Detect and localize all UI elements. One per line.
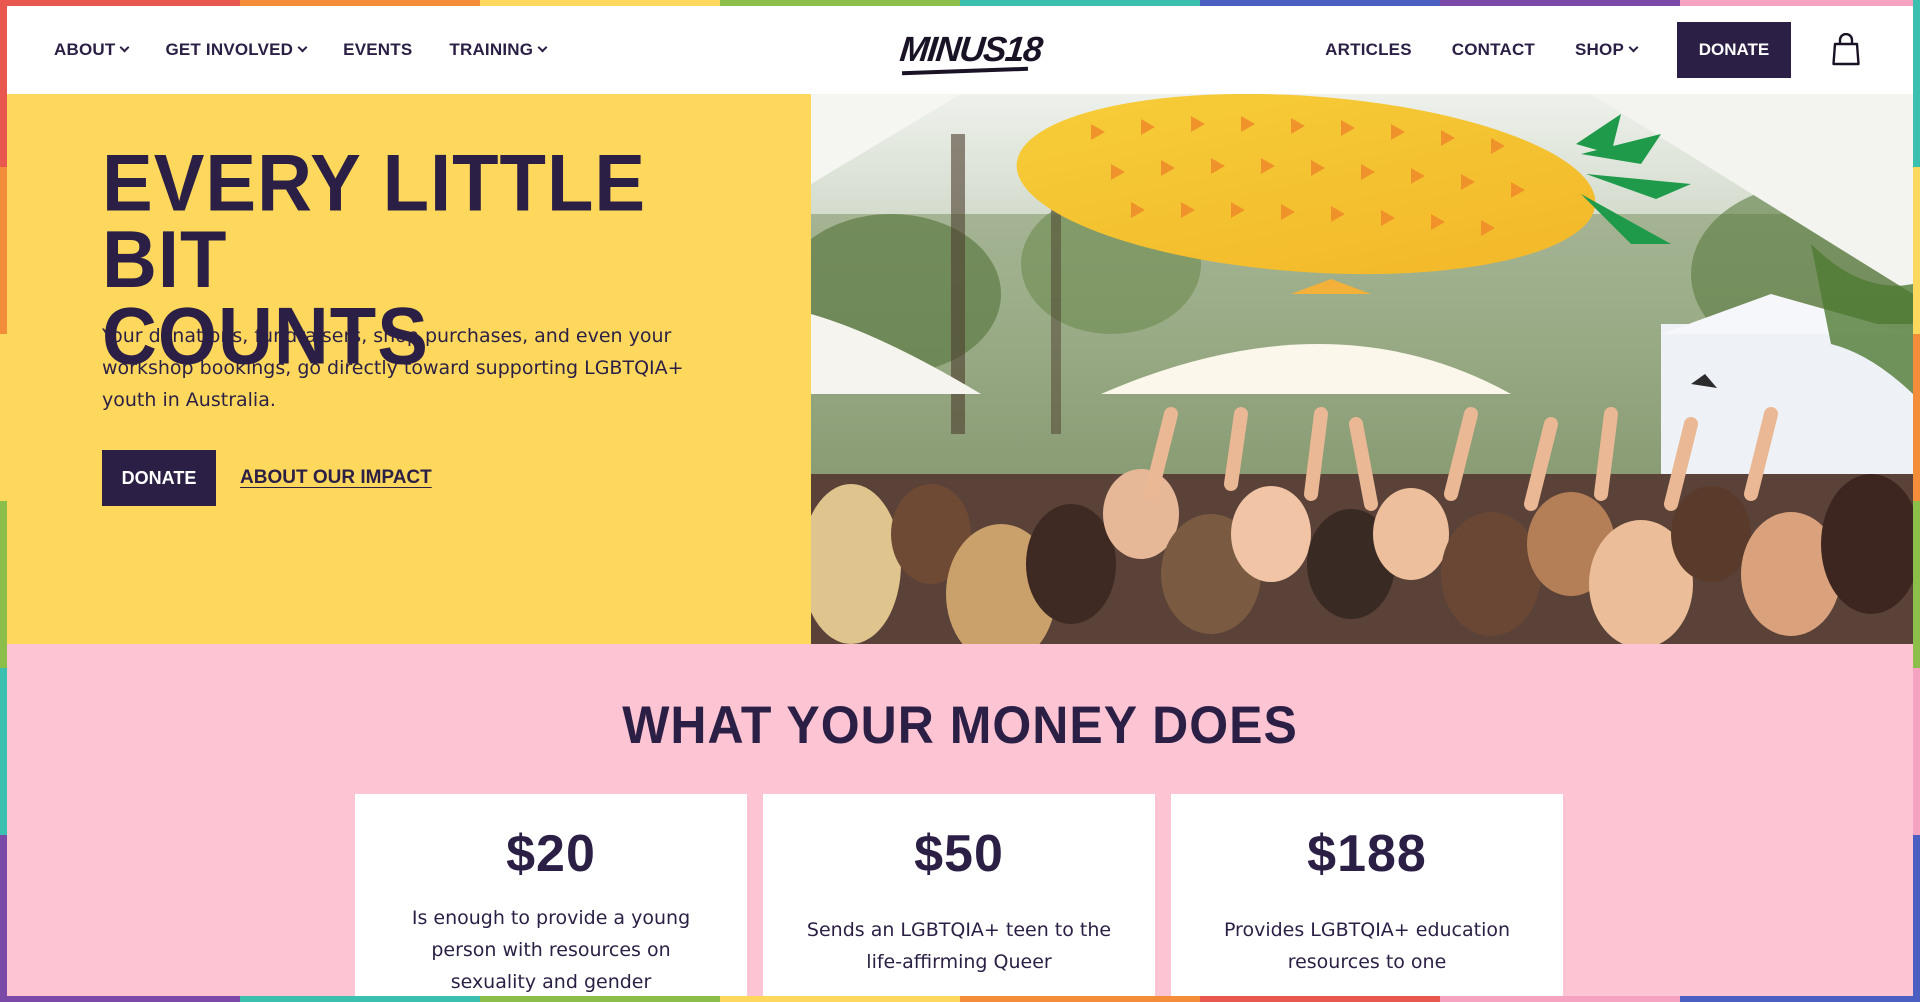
chevron-down-icon xyxy=(297,42,308,53)
nav-item-events[interactable]: EVENTS xyxy=(343,40,412,60)
nav-item-label: ABOUT xyxy=(54,40,116,59)
nav-item-label: CONTACT xyxy=(1451,40,1536,59)
about-our-impact-link[interactable]: ABOUT OUR IMPACT xyxy=(240,467,432,489)
chevron-down-icon xyxy=(537,42,548,53)
rainbow-border-right xyxy=(1913,0,1920,1002)
header-donate-button[interactable]: DONATE xyxy=(1677,22,1791,78)
nav-item-label: GET INVOLVED xyxy=(165,40,294,59)
impact-card: $50 Sends an LGBTQIA+ teen to the life-a… xyxy=(763,794,1155,1002)
impact-card: $20 Is enough to provide a young person … xyxy=(355,794,747,1002)
primary-nav: ABOUT GET INVOLVED EVENTS TRAINING xyxy=(54,6,583,94)
card-description: Sends an LGBTQIA+ teen to the life-affir… xyxy=(806,919,1112,973)
nav-item-label: SHOP xyxy=(1575,40,1624,59)
rainbow-border-left xyxy=(0,0,7,1002)
nav-item-get-involved[interactable]: GET INVOLVED xyxy=(165,40,308,60)
section-title: WHAT YOUR MONEY DOES xyxy=(622,695,1298,755)
hero-section: EVERY LITTLE BIT COUNTS Your donations, … xyxy=(7,94,1913,644)
card-description: Provides LGBTQIA+ education resources to… xyxy=(1223,919,1511,973)
nav-item-about[interactable]: ABOUT xyxy=(54,40,130,60)
hero-content: EVERY LITTLE BIT COUNTS Your donations, … xyxy=(7,94,811,644)
logo-text: MINUS18 xyxy=(898,30,1044,69)
card-amount: $188 xyxy=(1307,825,1427,883)
minus18-logo[interactable]: MINUS18 xyxy=(898,30,1044,76)
what-your-money-does-section: WHAT YOUR MONEY DOES $20 Is enough to pr… xyxy=(7,644,1913,1002)
nav-item-training[interactable]: TRAINING xyxy=(449,40,548,60)
nav-item-articles[interactable]: ARTICLES xyxy=(1325,40,1412,60)
secondary-nav: ARTICLES CONTACT SHOP DONATE xyxy=(1325,6,1913,94)
nav-item-label: ARTICLES xyxy=(1325,40,1412,59)
impact-card: $188 Provides LGBTQIA+ education resourc… xyxy=(1171,794,1563,1002)
shopping-bag-icon[interactable] xyxy=(1831,33,1861,67)
card-amount: $50 xyxy=(914,825,1004,883)
impact-cards: $20 Is enough to provide a young person … xyxy=(355,794,1563,1002)
festival-crowd-illustration xyxy=(811,94,1913,644)
chevron-down-icon xyxy=(120,42,130,53)
hero-description: Your donations, fundraisers, shop purcha… xyxy=(102,325,684,411)
nav-item-contact[interactable]: CONTACT xyxy=(1452,40,1535,60)
hero-actions: DONATE ABOUT OUR IMPACT xyxy=(102,450,432,506)
card-amount: $20 xyxy=(506,825,596,883)
site-header: ABOUT GET INVOLVED EVENTS TRAINING MINUS… xyxy=(7,6,1913,94)
hero-photo-festival-crowd xyxy=(811,94,1913,644)
hero-donate-button[interactable]: DONATE xyxy=(102,450,216,506)
card-description: Is enough to provide a young person with… xyxy=(411,907,691,993)
nav-item-shop[interactable]: SHOP xyxy=(1575,40,1639,60)
hero-title-line: EVERY LITTLE BIT xyxy=(102,138,647,305)
chevron-down-icon xyxy=(1628,42,1639,53)
nav-item-label: TRAINING xyxy=(449,40,534,59)
nav-item-label: EVENTS xyxy=(343,40,413,59)
